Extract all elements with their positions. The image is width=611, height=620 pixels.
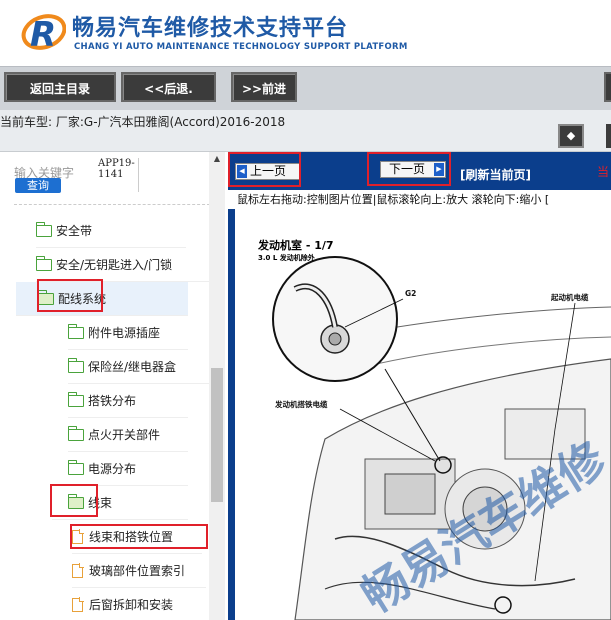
vehicle-extra-button[interactable] xyxy=(606,124,611,148)
tree-item-label: 保险丝/继电器盒 xyxy=(88,360,177,374)
forward-button[interactable]: >>前进 xyxy=(231,72,297,102)
tree-item-power-distribution[interactable]: 电源分布 xyxy=(67,452,188,486)
highlight-box xyxy=(70,524,208,549)
tree-item-label: 后窗拆卸和安装 xyxy=(89,598,174,612)
tree-item-ground-distribution[interactable]: 搭铁分布 xyxy=(67,384,188,418)
brand-subtitle: CHANG YI AUTO MAINTENANCE TECHNOLOGY SUP… xyxy=(74,42,408,52)
svg-text:R: R xyxy=(30,15,56,55)
highlight-box xyxy=(37,279,103,312)
document-page[interactable]: 发动机室 - 1/7 3.0 L 发动机除外 G2 起动机电缆 发动机搭铁电缆 … xyxy=(235,209,611,620)
mouse-hint: 鼠标左右拖动:控制图片位置|鼠标滚轮向上:放大 滚轮向下:缩小 [ xyxy=(228,192,611,208)
vehicle-bar: 当前车型: 厂家:G-广汽本田雅阁(Accord)2016-2018 ◆ xyxy=(0,110,611,152)
logo-r-icon: R xyxy=(21,14,66,55)
svg-text:畅易汽车维修: 畅易汽车维修 xyxy=(352,431,611,620)
tree-item-seatbelt[interactable]: 安全带 xyxy=(35,214,186,248)
brand-title: 畅易汽车维修技术支持平台 xyxy=(72,16,349,41)
folder-icon xyxy=(67,357,84,373)
nav-bar: 返回主目录 <<后退. >>前进 xyxy=(0,66,611,110)
folder-icon xyxy=(67,459,84,475)
expand-icon[interactable]: ◆ xyxy=(558,124,584,148)
toolbar-extra-label: 当 xyxy=(597,165,610,179)
tree-item-security[interactable]: 安全/无钥匙进入/门锁 xyxy=(35,248,210,282)
tree-item-label: 玻璃部件位置索引 xyxy=(89,564,186,578)
tree-item-label: 电源分布 xyxy=(88,462,137,476)
tree-item-ignition-switch[interactable]: 点火开关部件 xyxy=(67,418,188,452)
tree-item-fuse-relay-box[interactable]: 保险丝/继电器盒 xyxy=(67,350,210,384)
sidebar-scrollbar[interactable]: ▲ xyxy=(209,152,225,620)
watermark: 畅易汽车维修 xyxy=(352,431,611,620)
highlight-box xyxy=(50,484,98,517)
folder-icon xyxy=(67,425,84,441)
scrollbar-thumb[interactable] xyxy=(211,368,223,502)
folder-icon xyxy=(35,221,52,237)
tree-item-label: 点火开关部件 xyxy=(88,428,161,442)
tree-item-label: 附件电源插座 xyxy=(88,326,161,340)
folder-icon xyxy=(67,323,84,339)
refresh-page-link[interactable]: [刷新当前页] xyxy=(460,166,531,183)
tree-item-rear-window[interactable]: 后窗拆卸和安装 xyxy=(72,588,206,620)
tree-item-label: 安全/无钥匙进入/门锁 xyxy=(56,258,173,272)
sidebar-divider xyxy=(14,204,210,205)
folder-icon xyxy=(35,255,52,271)
tree-item-glass-parts-index[interactable]: 玻璃部件位置索引 xyxy=(72,554,206,588)
tree-item-label: 安全带 xyxy=(56,224,93,238)
nav-extra-button[interactable] xyxy=(604,72,611,102)
document-frame: 发动机室 - 1/7 3.0 L 发动机除外 G2 起动机电缆 发动机搭铁电缆 … xyxy=(228,209,611,620)
document-icon xyxy=(72,563,84,578)
home-button[interactable]: 返回主目录 xyxy=(4,72,116,102)
back-button[interactable]: <<后退. xyxy=(121,72,216,102)
viewer-toolbar: ◀ 上一页 下一页 ▶ [刷新当前页] 当 xyxy=(228,152,611,190)
query-button[interactable]: 查询 xyxy=(15,178,61,193)
document-viewer: ◀ 上一页 下一页 ▶ [刷新当前页] 当 鼠标左右拖动:控制图片位置|鼠标滚轮… xyxy=(225,152,611,620)
scroll-up-icon[interactable]: ▲ xyxy=(209,152,225,166)
highlight-box xyxy=(367,152,451,186)
app-header: R 畅易汽车维修技术支持平台 CHANG YI AUTO MAINTENANCE… xyxy=(0,0,611,66)
folder-icon xyxy=(67,391,84,407)
highlight-box xyxy=(228,152,301,187)
search-input[interactable]: APP19-1141 xyxy=(98,158,139,192)
tree-item-label: 搭铁分布 xyxy=(88,394,137,408)
current-vehicle: 当前车型: 厂家:G-广汽本田雅阁(Accord)2016-2018 xyxy=(0,115,286,129)
sidebar: 输入关键字 APP19-1141 查询 安全带 安全/无钥匙进入/门锁 配线系统… xyxy=(0,152,225,620)
tree-item-accessory-socket[interactable]: 附件电源插座 xyxy=(67,316,188,350)
document-icon xyxy=(72,597,84,612)
